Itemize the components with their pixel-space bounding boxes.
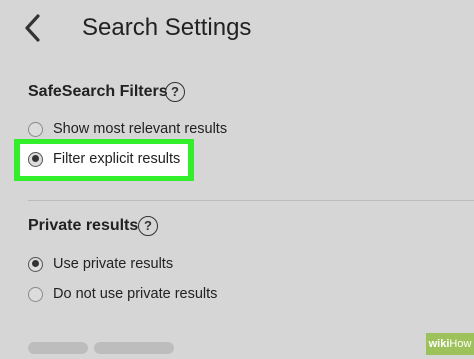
safesearch-help-icon[interactable]: ? — [165, 82, 185, 102]
private-help-icon[interactable]: ? — [138, 216, 158, 236]
watermark-text-wiki: wiki — [428, 338, 450, 350]
private-section-title: Private results — [28, 217, 139, 234]
header: Search Settings — [0, 0, 474, 62]
cut-off-next-section — [28, 341, 238, 359]
radio-option-use-private[interactable]: Use private results — [28, 253, 173, 275]
radio-button[interactable] — [28, 121, 43, 137]
back-button[interactable] — [18, 12, 50, 44]
page-title: Search Settings — [82, 14, 252, 41]
radio-button-selected[interactable] — [28, 151, 43, 167]
option-label: Show most relevant results — [53, 121, 228, 137]
safesearch-section-title: SafeSearch Filters — [28, 83, 168, 100]
option-label: Do not use private results — [53, 286, 218, 302]
radio-option-filter-explicit[interactable]: Filter explicit results — [28, 148, 180, 170]
wikihow-watermark: wiki How — [426, 333, 474, 355]
radio-button-selected[interactable] — [28, 256, 43, 272]
watermark-text-how: How — [449, 338, 472, 350]
chevron-left-icon — [25, 14, 40, 42]
cut-off-text — [94, 342, 174, 354]
option-label: Filter explicit results — [53, 151, 181, 167]
section-divider — [28, 200, 474, 201]
radio-option-no-private[interactable]: Do not use private results — [28, 283, 217, 305]
radio-button[interactable] — [28, 286, 43, 302]
cut-off-text — [28, 342, 88, 354]
option-label: Use private results — [53, 256, 174, 272]
radio-option-show-most-relevant[interactable]: Show most relevant results — [28, 118, 227, 140]
